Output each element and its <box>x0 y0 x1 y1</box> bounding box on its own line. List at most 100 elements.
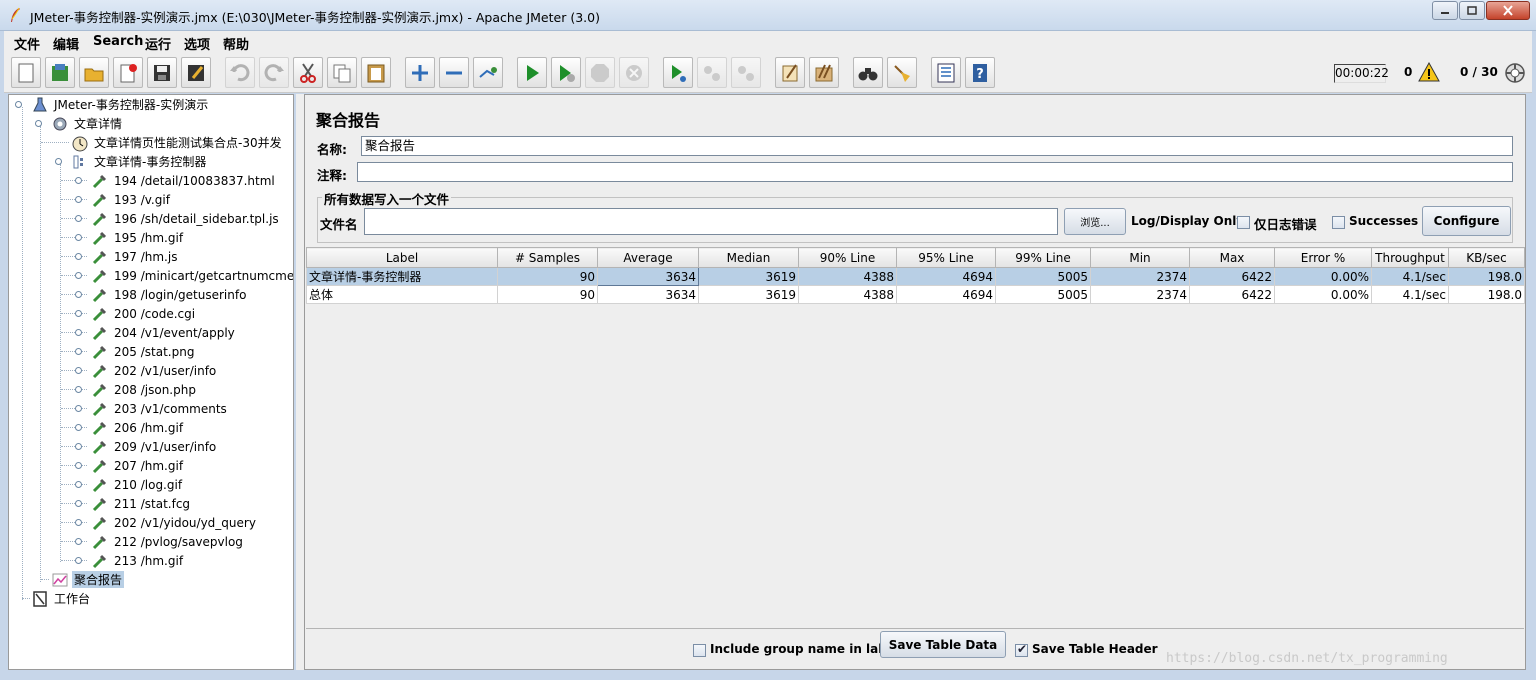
open-button[interactable] <box>79 57 109 88</box>
close-file-button[interactable] <box>113 57 143 88</box>
save-table-data-button[interactable]: Save Table Data <box>880 631 1006 658</box>
column-header[interactable]: Throughput <box>1371 247 1449 268</box>
tree-toggle-sampler[interactable] <box>75 177 82 184</box>
tree-node-transaction-controller[interactable]: 文章详情-事务控制器 <box>71 152 208 171</box>
shutdown-button[interactable] <box>619 57 649 88</box>
tree-toggle-sampler[interactable] <box>75 215 82 222</box>
tree-node-sampler[interactable]: 210 /log.gif <box>91 475 184 494</box>
save-button[interactable] <box>147 57 177 88</box>
tree-toggle-sampler[interactable] <box>75 500 82 507</box>
tree-node-sampler[interactable]: 196 /sh/detail_sidebar.tpl.js <box>91 209 281 228</box>
tree-node-sampler[interactable]: 206 /hm.gif <box>91 418 185 437</box>
tree-toggle-sampler[interactable] <box>75 519 82 526</box>
remote-shutdown-button[interactable] <box>731 57 761 88</box>
save-as-button[interactable] <box>181 57 211 88</box>
column-header[interactable]: Average <box>597 247 699 268</box>
tree-toggle-sampler[interactable] <box>75 443 82 450</box>
tree-toggle-thread-group[interactable] <box>35 120 42 127</box>
tree-node-test-plan[interactable]: JMeter-事务控制器-实例演示 <box>31 95 210 114</box>
clear-button[interactable] <box>775 57 805 88</box>
tree-node-sampler[interactable]: 200 /code.cgi <box>91 304 197 323</box>
tree-toggle-controller[interactable] <box>55 158 62 165</box>
tree-toggle-sampler[interactable] <box>75 424 82 431</box>
close-window-button[interactable] <box>1486 1 1530 20</box>
tree-node-sampler[interactable]: 203 /v1/comments <box>91 399 229 418</box>
tree-node-sampler[interactable]: 195 /hm.gif <box>91 228 185 247</box>
column-header[interactable]: Label <box>306 247 498 268</box>
tree-node-sampler[interactable]: 193 /v.gif <box>91 190 172 209</box>
tree-node-aggregate-report[interactable]: 聚合报告 <box>51 570 125 589</box>
menu-file[interactable]: 文件 <box>14 34 40 53</box>
filename-input[interactable] <box>364 208 1058 235</box>
table-row[interactable]: 总体 90 3634 3619 4388 4694 5005 2374 6422 0.00% 4.1… <box>306 285 1525 304</box>
tree-node-timer[interactable]: 文章详情页性能测试集合点-30并发 <box>71 133 284 152</box>
menu-help[interactable]: 帮助 <box>223 34 249 53</box>
search-button[interactable] <box>853 57 883 88</box>
remote-start-button[interactable] <box>663 57 693 88</box>
browse-button[interactable]: 浏览... <box>1064 208 1126 235</box>
expand-all-button[interactable] <box>405 57 435 88</box>
reset-search-button[interactable] <box>887 57 917 88</box>
menu-run[interactable]: 运行 <box>145 34 171 53</box>
menu-search[interactable]: Search <box>93 34 143 49</box>
tree-node-sampler[interactable]: 202 /v1/yidou/yd_query <box>91 513 258 532</box>
comment-field[interactable] <box>357 162 1513 182</box>
column-header[interactable]: 99% Line <box>995 247 1091 268</box>
function-helper-button[interactable] <box>931 57 961 88</box>
redo-button[interactable] <box>259 57 289 88</box>
maximize-button[interactable] <box>1459 1 1485 20</box>
tree-toggle-sampler[interactable] <box>75 462 82 469</box>
table-row[interactable]: 文章详情-事务控制器 90 3634 3619 4388 4694 5005 2374 6422… <box>306 267 1525 286</box>
minimize-button[interactable] <box>1432 1 1458 20</box>
errors-only-checkbox[interactable] <box>1237 216 1250 229</box>
help-button[interactable]: ? <box>965 57 995 88</box>
tree-node-workbench[interactable]: 工作台 <box>31 589 92 608</box>
column-header[interactable]: # Samples <box>497 247 598 268</box>
save-table-header-checkbox[interactable] <box>1015 642 1028 657</box>
split-pane-divider[interactable] <box>296 94 304 670</box>
tree-toggle-sampler[interactable] <box>75 329 82 336</box>
warning-icon[interactable] <box>1418 62 1440 82</box>
tree-node-sampler[interactable]: 199 /minicart/getcartnumcmem <box>91 266 293 285</box>
menu-edit[interactable]: 编辑 <box>53 34 79 53</box>
tree-node-sampler[interactable]: 211 /stat.fcg <box>91 494 192 513</box>
tree-toggle-sampler[interactable] <box>75 291 82 298</box>
successes-checkbox[interactable] <box>1332 216 1345 229</box>
column-header[interactable]: Median <box>698 247 799 268</box>
tree-node-sampler[interactable]: 198 /login/getuserinfo <box>91 285 248 304</box>
templates-button[interactable] <box>45 57 75 88</box>
tree-node-sampler[interactable]: 204 /v1/event/apply <box>91 323 237 342</box>
tree-node-thread-group[interactable]: 文章详情 <box>51 114 124 133</box>
paste-button[interactable] <box>361 57 391 88</box>
start-button[interactable] <box>517 57 547 88</box>
cut-button[interactable] <box>293 57 323 88</box>
tree-toggle-sampler[interactable] <box>75 386 82 393</box>
tree-node-sampler[interactable]: 213 /hm.gif <box>91 551 185 570</box>
tree-toggle-sampler[interactable] <box>75 538 82 545</box>
tree-toggle-sampler[interactable] <box>75 196 82 203</box>
column-header[interactable]: Max <box>1189 247 1275 268</box>
name-field[interactable]: 聚合报告 <box>361 136 1513 156</box>
collapse-all-button[interactable] <box>439 57 469 88</box>
tree-node-sampler[interactable]: 205 /stat.png <box>91 342 196 361</box>
menu-options[interactable]: 选项 <box>184 34 210 53</box>
new-button[interactable] <box>11 57 41 88</box>
tree-node-sampler[interactable]: 197 /hm.js <box>91 247 179 266</box>
tree-node-sampler[interactable]: 212 /pvlog/savepvlog <box>91 532 245 551</box>
configure-button[interactable]: Configure <box>1422 206 1511 236</box>
column-header[interactable]: Error % <box>1274 247 1372 268</box>
undo-button[interactable] <box>225 57 255 88</box>
tree-node-sampler[interactable]: 202 /v1/user/info <box>91 361 218 380</box>
tree-toggle-sampler[interactable] <box>75 310 82 317</box>
include-group-checkbox[interactable] <box>693 644 706 657</box>
remote-stop-button[interactable] <box>697 57 727 88</box>
column-header[interactable]: 95% Line <box>896 247 996 268</box>
clear-all-button[interactable] <box>809 57 839 88</box>
tree-node-sampler[interactable]: 208 /json.php <box>91 380 198 399</box>
start-no-pause-button[interactable] <box>551 57 581 88</box>
tree-toggle-sampler[interactable] <box>75 272 82 279</box>
tree-toggle-sampler[interactable] <box>75 234 82 241</box>
column-header[interactable]: KB/sec <box>1448 247 1525 268</box>
tree-toggle-sampler[interactable] <box>75 367 82 374</box>
toggle-button[interactable] <box>473 57 503 88</box>
